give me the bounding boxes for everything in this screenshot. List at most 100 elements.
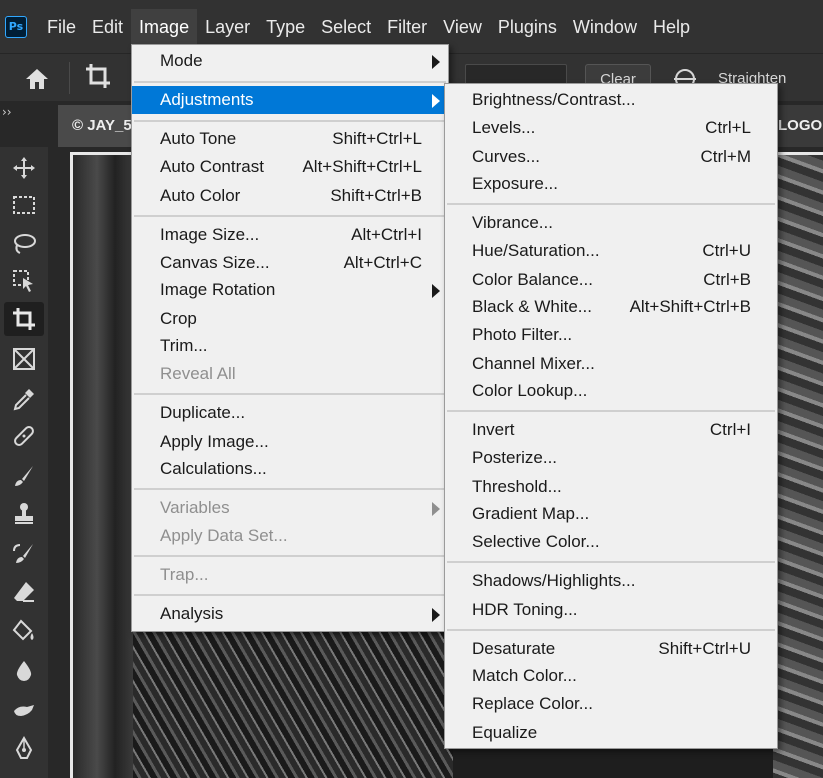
stamp-icon — [15, 503, 33, 524]
menu-plugins[interactable]: Plugins — [490, 9, 565, 45]
eyedropper-icon — [13, 389, 34, 411]
menu-image[interactable]: Image — [131, 8, 198, 45]
menu-item-posterize[interactable]: Posterize... — [445, 444, 777, 472]
crop-tool-preset-icon[interactable] — [84, 62, 112, 90]
photoshop-logo-icon[interactable]: Ps — [5, 15, 27, 38]
menu-item-curves[interactable]: Curves... Ctrl+M — [445, 143, 777, 171]
move-tool[interactable] — [4, 151, 44, 185]
submenu-arrow-icon — [432, 608, 440, 622]
document-tab-logo[interactable]: LOGO — [776, 105, 823, 147]
pen-tool[interactable] — [4, 732, 44, 766]
menu-select[interactable]: Select — [313, 9, 379, 45]
menu-item-auto-contrast[interactable]: Auto Contrast Alt+Shift+Ctrl+L — [132, 153, 448, 181]
submenu-arrow-icon — [432, 94, 440, 108]
lasso-tool[interactable] — [4, 227, 44, 261]
menu-item-reveal-all: Reveal All — [160, 364, 236, 383]
marquee-icon — [13, 196, 35, 214]
paint-bucket-tool[interactable] — [4, 614, 44, 648]
menu-separator — [447, 203, 775, 205]
menu-item-invert[interactable]: Invert Ctrl+I — [445, 416, 777, 444]
menu-edit[interactable]: Edit — [84, 9, 131, 45]
collapse-panel-icon[interactable]: ›› — [2, 105, 12, 119]
eraser-tool[interactable] — [4, 575, 44, 609]
paint-bucket-icon — [12, 619, 34, 641]
healing-tool[interactable] — [4, 419, 44, 453]
menu-separator — [134, 215, 446, 217]
menu-item-shadows-highlights[interactable]: Shadows/Highlights... — [445, 567, 777, 595]
object-select-tool[interactable] — [4, 264, 44, 298]
photo-right-tree — [773, 155, 823, 778]
menu-item-adjustments[interactable]: Adjustments — [132, 86, 448, 114]
menu-item-image-rotation[interactable]: Image Rotation — [132, 276, 448, 304]
brush-tool[interactable] — [4, 459, 44, 493]
submenu-arrow-icon — [432, 55, 440, 69]
menu-item-threshold[interactable]: Threshold... — [445, 473, 777, 501]
frame-tool[interactable] — [4, 342, 44, 376]
menu-layer[interactable]: Layer — [197, 9, 258, 45]
blur-tool[interactable] — [4, 654, 44, 688]
menu-file[interactable]: File — [39, 9, 84, 45]
menu-item-selective-color[interactable]: Selective Color... — [445, 528, 777, 556]
menu-item-hdr-toning[interactable]: HDR Toning... — [445, 596, 777, 624]
menu-separator — [447, 410, 775, 412]
eraser-icon — [14, 582, 34, 602]
adjustments-submenu: Brightness/Contrast... Levels... Ctrl+L C… — [444, 83, 778, 749]
menu-filter[interactable]: Filter — [379, 9, 435, 45]
menu-item-black-white[interactable]: Black & White... Alt+Shift+Ctrl+B — [445, 293, 777, 321]
brush-icon — [15, 466, 33, 486]
menu-item-auto-color[interactable]: Auto Color Shift+Ctrl+B — [132, 182, 448, 210]
crop-tool[interactable] — [4, 302, 44, 336]
menu-item-crop[interactable]: Crop — [132, 305, 448, 333]
lasso-icon — [14, 234, 36, 254]
menu-item-image-size[interactable]: Image Size... Alt+Ctrl+I — [132, 221, 448, 249]
submenu-arrow-icon — [432, 284, 440, 298]
menu-item-brightness-contrast[interactable]: Brightness/Contrast... — [445, 86, 777, 114]
menu-item-desaturate[interactable]: Desaturate Shift+Ctrl+U — [445, 635, 777, 663]
menu-item-exposure[interactable]: Exposure... — [445, 170, 777, 198]
marquee-tool[interactable] — [4, 188, 44, 222]
menu-separator — [134, 393, 446, 395]
menu-separator — [134, 488, 446, 490]
menu-item-color-lookup[interactable]: Color Lookup... — [445, 377, 777, 405]
menu-item-duplicate[interactable]: Duplicate... — [132, 399, 448, 427]
menu-item-levels[interactable]: Levels... Ctrl+L — [445, 114, 777, 142]
menu-type[interactable]: Type — [258, 9, 313, 45]
photo-tree-bark — [73, 155, 133, 778]
home-icon[interactable] — [24, 66, 50, 92]
menu-item-equalize[interactable]: Equalize — [445, 719, 777, 747]
menu-window[interactable]: Window — [565, 9, 645, 45]
menu-item-variables: Variables — [132, 494, 448, 522]
image-menu-dropdown: Mode Adjustments Auto Tone Shift+Ctrl+L A… — [131, 44, 449, 632]
menu-item-auto-tone[interactable]: Auto Tone Shift+Ctrl+L — [132, 125, 448, 153]
menu-help[interactable]: Help — [645, 9, 698, 45]
options-divider — [69, 62, 70, 94]
menu-view[interactable]: View — [435, 9, 490, 45]
submenu-arrow-icon — [432, 502, 440, 516]
menu-item-channel-mixer[interactable]: Channel Mixer... — [445, 350, 777, 378]
menu-item-color-balance[interactable]: Color Balance... Ctrl+B — [445, 266, 777, 294]
menu-item-vibrance[interactable]: Vibrance... — [445, 209, 777, 237]
menu-item-trim[interactable]: Trim... — [132, 332, 448, 360]
menu-item-apply-image[interactable]: Apply Image... — [132, 428, 448, 456]
crop-icon — [13, 308, 35, 330]
menu-item-replace-color[interactable]: Replace Color... — [445, 690, 777, 718]
menu-item-hue-saturation[interactable]: Hue/Saturation... Ctrl+U — [445, 237, 777, 265]
menu-item-analysis[interactable]: Analysis — [132, 600, 448, 628]
smudge-tool[interactable] — [4, 692, 44, 726]
menu-item-calculations[interactable]: Calculations... — [132, 455, 448, 483]
stamp-tool[interactable] — [4, 497, 44, 531]
menu-item-gradient-map[interactable]: Gradient Map... — [445, 500, 777, 528]
eyedropper-tool[interactable] — [4, 382, 44, 416]
menu-item-apply-data-set: Apply Data Set... — [160, 526, 288, 545]
blur-icon — [16, 661, 32, 681]
menu-item-photo-filter[interactable]: Photo Filter... — [445, 321, 777, 349]
menu-item-canvas-size[interactable]: Canvas Size... Alt+Ctrl+C — [132, 249, 448, 277]
menu-item-mode[interactable]: Mode — [132, 47, 448, 75]
healing-icon — [14, 426, 34, 446]
history-brush-tool[interactable] — [4, 537, 44, 571]
menu-separator — [447, 561, 775, 563]
history-brush-icon — [13, 544, 33, 563]
menu-separator — [134, 594, 446, 596]
frame-icon — [13, 348, 35, 370]
menu-item-match-color[interactable]: Match Color... — [445, 662, 777, 690]
